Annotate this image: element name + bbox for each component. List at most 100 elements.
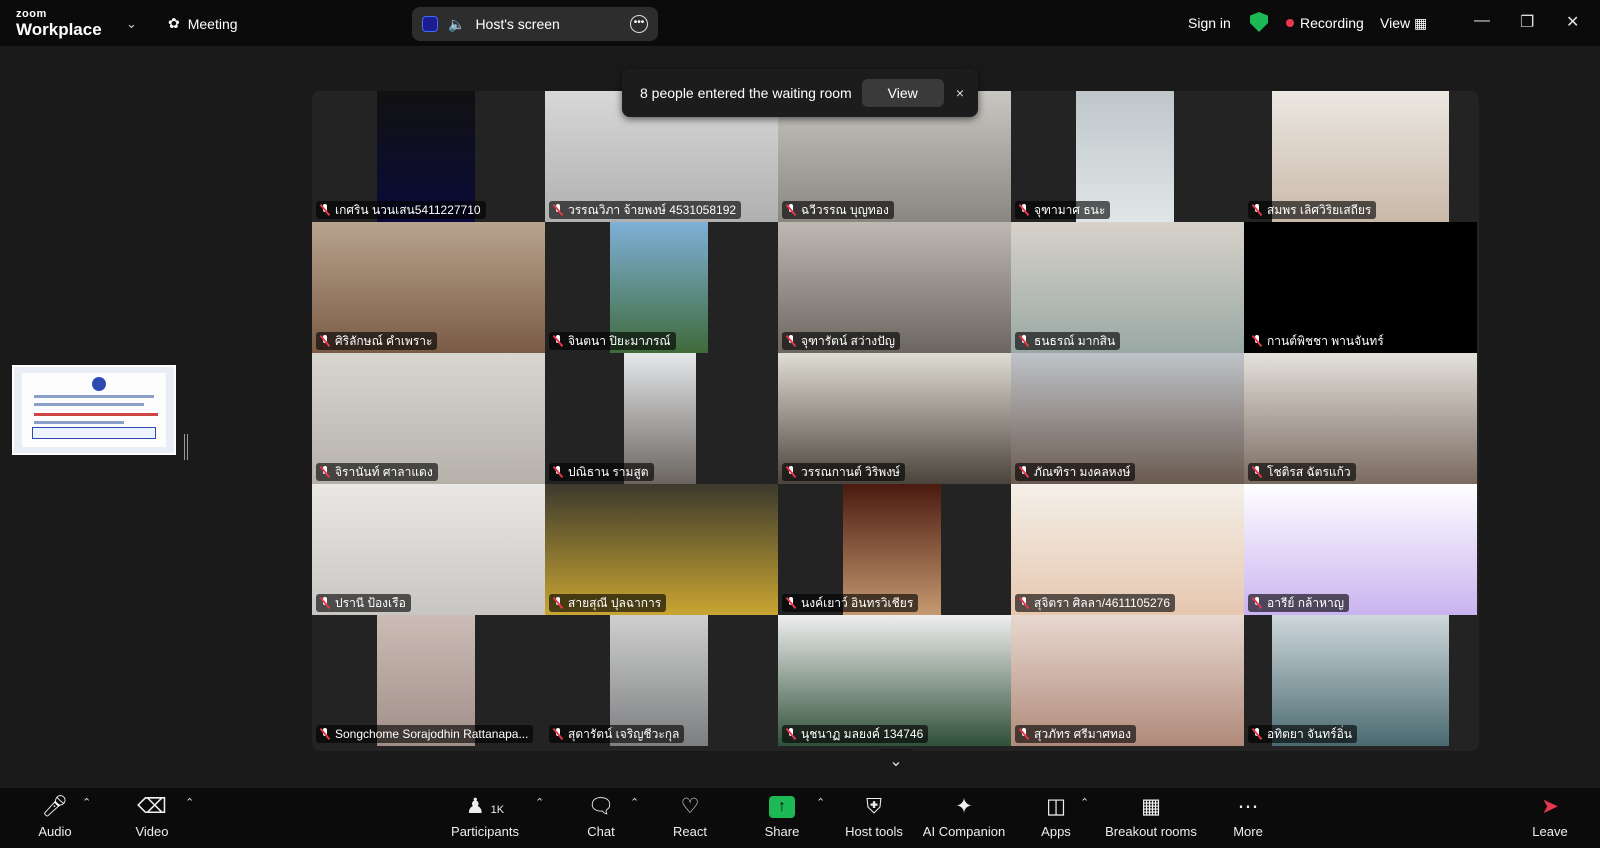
thumb-text-line <box>34 421 124 424</box>
audio-button[interactable]: 🎤︎ Audio <box>30 794 80 839</box>
participant-tile[interactable]: สุจิตรา ศิลลา/4611105276 <box>1011 484 1244 615</box>
screen-share-pill[interactable]: 🔈 Host's screen ••• <box>412 7 658 41</box>
participant-name-tag: โชติรส ฉัตรแก้ว <box>1248 463 1356 481</box>
mic-muted-icon: 🎤︎ <box>41 795 69 818</box>
thumb-text-line <box>34 413 158 416</box>
resize-handle[interactable] <box>184 434 188 460</box>
sign-in-button[interactable]: Sign in <box>1188 15 1231 31</box>
mic-muted-icon <box>786 597 796 609</box>
ai-companion-label: AI Companion <box>922 824 1006 839</box>
chevron-down-icon[interactable]: ⌄ <box>126 16 137 32</box>
participant-tile[interactable]: นุชนาฏ มลยงค์ 134746 <box>778 615 1011 746</box>
participant-tile[interactable]: สมพร เลิศวิริยเสถียร <box>1244 91 1477 222</box>
apps-button[interactable]: ◫ Apps <box>1036 794 1076 839</box>
participant-name: อารีย์ กล้าหาญ <box>1267 596 1344 610</box>
participant-tile[interactable]: Songchome Sorajodhin Rattanapa... <box>312 615 545 746</box>
participant-name: วรรณกานต์ วิริพงษ์ <box>801 465 900 479</box>
mic-muted-icon <box>553 204 563 216</box>
security-shield-icon[interactable] <box>1250 12 1268 32</box>
share-button[interactable]: ↑ Share <box>762 794 802 839</box>
chat-button[interactable]: 🗨︎ Chat <box>583 794 619 839</box>
participant-tile[interactable]: ภัณฑิรา มงคลหงษ์ <box>1011 353 1244 484</box>
participant-name: กานต์พิชชา พานจันทร์ <box>1267 334 1384 348</box>
shared-screen-thumbnail[interactable] <box>12 365 176 455</box>
participant-name: นุชนาฏ มลยงค์ 134746 <box>801 727 924 741</box>
video-gallery: เกศริน นวนเสน5411227710 วรรณวิภา จ้ายพงษ์… <box>312 91 1479 751</box>
leave-button[interactable]: ➤ Leave <box>1530 794 1570 839</box>
participants-button[interactable]: ♟ 1K Participants <box>448 794 522 839</box>
mic-muted-icon <box>1019 204 1029 216</box>
breakout-rooms-button[interactable]: ▦ Breakout rooms <box>1104 794 1198 839</box>
participant-name-tag: สุดารัตน์ เจริญชีวะกุล <box>549 725 685 743</box>
host-tools-label: Host tools <box>845 824 903 839</box>
video-button[interactable]: ⌫ Video <box>126 794 178 839</box>
close-icon[interactable]: ✕ <box>1566 12 1579 32</box>
thumb-banner <box>32 427 156 439</box>
participant-tile[interactable]: ธนธรณ์ มากสิน <box>1011 222 1244 353</box>
video-label: Video <box>135 824 169 839</box>
meeting-menu[interactable]: ✿ Meeting <box>168 15 238 32</box>
video-caret-icon[interactable]: ⌃ <box>185 796 194 809</box>
participants-count: 1K <box>490 804 505 816</box>
participant-tile[interactable]: กานต์พิชชา พานจันทร์ <box>1244 222 1477 353</box>
toast-close-icon[interactable]: × <box>956 85 964 101</box>
ai-companion-button[interactable]: ✦ AI Companion <box>922 794 1006 839</box>
participant-tile[interactable]: จุฑารัตน์ สว่างปัญ <box>778 222 1011 353</box>
participant-tile[interactable]: ปรานี ป้องเรือ <box>312 484 545 615</box>
recording-indicator[interactable]: Recording <box>1286 15 1364 31</box>
chat-caret-icon[interactable]: ⌃ <box>630 796 639 809</box>
participant-tile[interactable]: ปณิธาน รามสูต <box>545 353 778 484</box>
leave-door-icon: ➤ <box>1541 795 1559 818</box>
react-button[interactable]: ♡ React <box>670 794 710 839</box>
apps-caret-icon[interactable]: ⌃ <box>1080 796 1089 809</box>
toast-view-button[interactable]: View <box>861 79 944 107</box>
participant-tile[interactable]: เกศริน นวนเสน5411227710 <box>312 91 545 222</box>
participant-tile[interactable]: จิรานันท์ ศาลาแดง <box>312 353 545 484</box>
participant-tile[interactable]: สายสุณี ปุลฉาการ <box>545 484 778 615</box>
participant-tile[interactable]: โชติรส ฉัตรแก้ว <box>1244 353 1477 484</box>
participant-tile[interactable]: จินตนา ปิยะมาภรณ์ <box>545 222 778 353</box>
participant-name: ศิริลักษณ์ คำเพราะ <box>335 334 433 348</box>
meeting-toolbar: 🎤︎ Audio ⌃ ⌫ Video ⌃ ♟ 1K Participants ⌃… <box>0 788 1600 848</box>
participant-name-tag: ฉวีวรรณ บุญทอง <box>782 201 894 219</box>
participant-name-tag: อทิตยา จันทร์อิ่น <box>1248 725 1358 743</box>
participant-name: เกศริน นวนเสน5411227710 <box>335 203 481 217</box>
thumb-text-line <box>34 403 144 406</box>
recording-dot-icon <box>1286 19 1294 27</box>
grid-view-icon: ▦ <box>1413 15 1428 31</box>
mic-muted-icon <box>320 466 330 478</box>
participant-name: สมพร เลิศวิริยเสถียร <box>1267 203 1372 217</box>
participant-tile[interactable]: วรรณกานต์ วิริพงษ์ <box>778 353 1011 484</box>
participants-caret-icon[interactable]: ⌃ <box>535 796 544 809</box>
mic-muted-icon <box>786 335 796 347</box>
participant-tile[interactable]: อทิตยา จันทร์อิ่น <box>1244 615 1477 746</box>
more-button[interactable]: ⋯ More <box>1228 794 1268 839</box>
share-label: Share <box>764 824 800 839</box>
participant-tile[interactable]: นงค์เยาว์ อินทรวิเชียร <box>778 484 1011 615</box>
participant-tile[interactable]: สุดารัตน์ เจริญชีวะกุล <box>545 615 778 746</box>
participant-name-tag: นงค์เยาว์ อินทรวิเชียร <box>782 594 919 612</box>
speaker-icon: 🔈 <box>448 15 466 32</box>
participant-tile[interactable]: สุวภัทร ศรีมาศทอง <box>1011 615 1244 746</box>
participant-tile[interactable]: อารีย์ กล้าหาญ <box>1244 484 1477 615</box>
mic-muted-icon <box>786 728 796 740</box>
host-tools-button[interactable]: ⛨ Host tools <box>842 794 906 839</box>
participant-name: ปณิธาน รามสูต <box>568 465 649 479</box>
minimize-icon[interactable]: — <box>1474 12 1490 30</box>
participant-name-tag: วรรณกานต์ วิริพงษ์ <box>782 463 905 481</box>
breakout-rooms-label: Breakout rooms <box>1105 824 1197 839</box>
mic-muted-icon <box>320 728 330 740</box>
more-icon: ⋯ <box>1237 795 1259 818</box>
collapse-gallery-icon[interactable]: ⌄ <box>878 749 914 775</box>
audio-caret-icon[interactable]: ⌃ <box>82 796 91 809</box>
participant-name: อทิตยา จันทร์อิ่น <box>1267 727 1353 741</box>
view-button[interactable]: View ▦ <box>1380 15 1427 32</box>
participant-name-tag: วรรณวิภา จ้ายพงษ์ 4531058192 <box>549 201 742 219</box>
zoom-logo: zoom Workplace <box>16 9 102 39</box>
more-options-icon[interactable]: ••• <box>630 15 648 33</box>
restore-icon[interactable]: ❐ <box>1520 12 1534 32</box>
participant-name-tag: จินตนา ปิยะมาภรณ์ <box>549 332 676 350</box>
participant-tile[interactable]: ศิริลักษณ์ คำเพราะ <box>312 222 545 353</box>
participant-tile[interactable]: จุฑามาศ ธนะ <box>1011 91 1244 222</box>
share-caret-icon[interactable]: ⌃ <box>816 796 825 809</box>
